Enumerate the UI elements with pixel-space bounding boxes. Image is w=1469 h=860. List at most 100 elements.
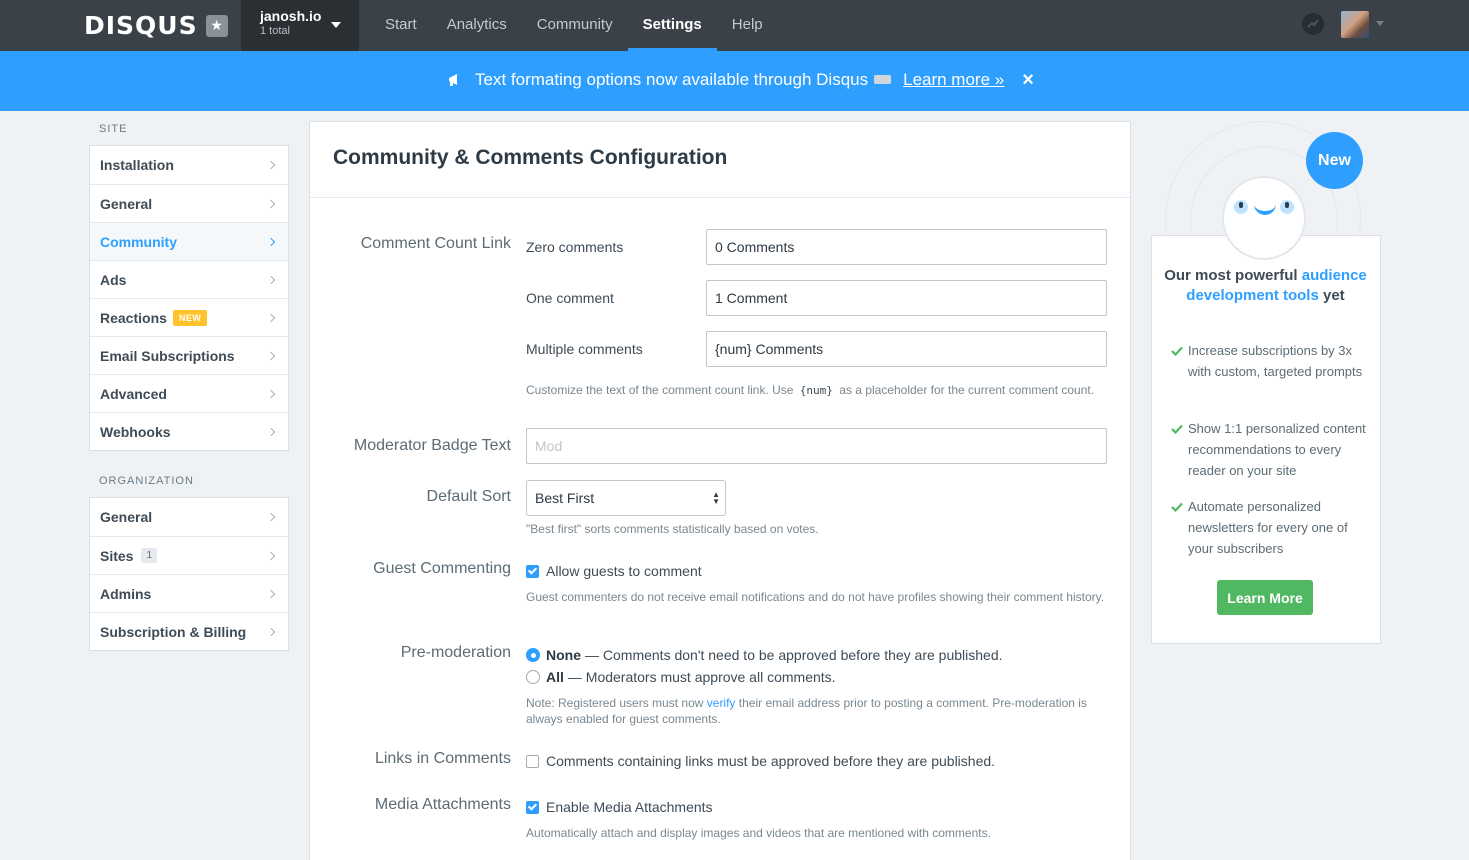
- sidebar-item-label: Email Subscriptions: [100, 347, 235, 364]
- multiple-comments-label: Multiple comments: [526, 341, 643, 357]
- megaphone-icon: [449, 74, 457, 86]
- chevron-right-icon: [266, 351, 276, 361]
- links-approval-option[interactable]: Comments containing links must be approv…: [526, 753, 995, 769]
- user-avatar[interactable]: [1341, 11, 1369, 38]
- checkmark-icon: [1171, 502, 1183, 512]
- nav-analytics[interactable]: Analytics: [432, 0, 522, 51]
- guest-commenting-help: Guest commenters do not receive email no…: [526, 590, 1105, 604]
- sidebar-item-general[interactable]: General: [90, 184, 288, 222]
- media-attachments-option[interactable]: Enable Media Attachments: [526, 799, 713, 815]
- site-switcher[interactable]: janosh.io 1 total: [241, 0, 359, 51]
- allow-guests-option[interactable]: Allow guests to comment: [526, 563, 702, 579]
- sidebar-item-community[interactable]: Community: [90, 222, 288, 260]
- caret-down-icon: [331, 22, 341, 28]
- sidebar-item-org-general[interactable]: General: [90, 498, 288, 536]
- sidebar-item-webhooks[interactable]: Webhooks: [90, 412, 288, 450]
- new-badge: NEW: [172, 309, 208, 326]
- default-sort-help: "Best first" sorts comments statisticall…: [526, 522, 819, 536]
- mascot-eye: [1280, 200, 1294, 214]
- nav-help[interactable]: Help: [717, 0, 778, 51]
- banner-text: Text formating options now available thr…: [475, 70, 869, 89]
- premoderation-note: Note: Registered users must now verify t…: [526, 695, 1106, 727]
- mascot-eye: [1234, 200, 1248, 214]
- chevron-right-icon: [266, 589, 276, 599]
- mascot-icon: [1222, 176, 1306, 260]
- sidebar-item-label: Sites: [100, 547, 134, 564]
- media-attachments-text: Enable Media Attachments: [546, 799, 713, 815]
- chevron-right-icon: [266, 313, 276, 323]
- chevron-right-icon: [266, 237, 276, 247]
- promo-title: Our most powerful audience development t…: [1163, 266, 1368, 306]
- allow-guests-checkbox[interactable]: [526, 564, 539, 578]
- nav-settings[interactable]: Settings: [627, 0, 717, 51]
- premoderation-option-all[interactable]: All — Moderators must approve all commen…: [526, 669, 836, 685]
- chevron-right-icon: [266, 199, 276, 209]
- sidebar-item-label: Admins: [100, 585, 152, 602]
- nav-community[interactable]: Community: [522, 0, 628, 51]
- one-comment-label: One comment: [526, 290, 614, 306]
- checkmark-icon: [1171, 424, 1183, 434]
- sidebar-item-advanced[interactable]: Advanced: [90, 374, 288, 412]
- comment-count-link-label: Comment Count Link: [360, 235, 511, 252]
- default-sort-select[interactable]: Best First ▲ ▼: [526, 480, 726, 516]
- disqus-logo[interactable]: DISQUS ★: [84, 11, 228, 40]
- page-title: Community & Comments Configuration: [310, 122, 1130, 198]
- sidebar-item-label: Advanced: [100, 385, 167, 402]
- promo-feature-text: Increase subscriptions by 3x with custom…: [1188, 343, 1363, 379]
- premoderation-all-radio[interactable]: [526, 670, 540, 684]
- checkmark-icon: [1171, 346, 1183, 356]
- close-icon[interactable]: ×: [1022, 70, 1034, 90]
- allow-guests-text: Allow guests to comment: [546, 563, 702, 579]
- keyboard-icon: [874, 74, 892, 84]
- links-approval-text: Comments containing links must be approv…: [546, 753, 996, 769]
- note-text: Note: Registered users must now: [526, 696, 704, 710]
- sidebar-item-subscription-billing[interactable]: Subscription & Billing: [90, 612, 288, 650]
- one-comment-input[interactable]: [706, 280, 1107, 316]
- zero-comments-input[interactable]: [706, 229, 1107, 265]
- premoderation-option-none[interactable]: None — Comments don't need to be approve…: [526, 647, 1003, 663]
- multiple-comments-input[interactable]: [706, 331, 1107, 367]
- site-count: 1 total: [260, 25, 290, 37]
- guest-commenting-label: Guest Commenting: [373, 560, 511, 577]
- media-attachments-help: Automatically attach and display images …: [526, 826, 991, 840]
- zero-comments-label: Zero comments: [526, 239, 624, 255]
- banner-learn-more-link[interactable]: Learn more »: [903, 70, 1004, 90]
- chevron-right-icon: [266, 512, 276, 522]
- sidebar-item-ads[interactable]: Ads: [90, 260, 288, 298]
- comment-count-help: Customize the text of the comment count …: [526, 382, 1106, 399]
- sidebar-item-label: Installation: [100, 157, 174, 173]
- nav-start[interactable]: Start: [370, 0, 432, 51]
- sidebar-item-email-subscriptions[interactable]: Email Subscriptions: [90, 336, 288, 374]
- promo-feature-item: Show 1:1 personalized content recommenda…: [1171, 418, 1366, 481]
- sidebar-item-label: Webhooks: [100, 423, 171, 440]
- promo-title-pre: Our most powerful: [1164, 267, 1298, 284]
- moderator-badge-label: Moderator Badge Text: [353, 437, 511, 454]
- sidebar-item-admins[interactable]: Admins: [90, 574, 288, 612]
- verify-link[interactable]: verify: [707, 696, 736, 710]
- sidebar-item-label: Subscription & Billing: [100, 623, 247, 640]
- sidebar-item-reactions[interactable]: Reactions NEW: [90, 298, 288, 336]
- links-approval-checkbox[interactable]: [526, 754, 539, 768]
- premoderation-none-radio[interactable]: [526, 648, 540, 662]
- moderator-badge-input[interactable]: [526, 428, 1107, 464]
- learn-more-button[interactable]: Learn More: [1217, 580, 1313, 615]
- announcement-banner: Text formating options now available thr…: [0, 51, 1469, 111]
- sidebar-item-sites[interactable]: Sites 1: [90, 536, 288, 574]
- option-name: All: [546, 669, 564, 685]
- sidebar-heading-site: SITE: [99, 123, 128, 135]
- default-sort-value: Best First: [535, 490, 595, 506]
- sidebar-item-label: Community: [100, 233, 177, 250]
- chevron-right-icon: [266, 160, 276, 170]
- media-attachments-checkbox[interactable]: [526, 800, 539, 814]
- option-text: — Comments don't need to be approved bef…: [585, 647, 1003, 663]
- site-name: janosh.io: [260, 8, 322, 24]
- settings-panel: Community & Comments Configuration Comme…: [309, 121, 1131, 860]
- promo-title-post: yet: [1323, 287, 1345, 304]
- placeholder-code: {num}: [799, 384, 833, 397]
- sidebar-item-label: General: [100, 509, 153, 525]
- logo-text: DISQUS: [84, 11, 198, 40]
- avatar-caret-icon[interactable]: [1376, 21, 1384, 26]
- notifications-icon[interactable]: [1302, 13, 1324, 35]
- sidebar-item-installation[interactable]: Installation: [90, 146, 288, 184]
- premoderation-label: Pre-moderation: [400, 644, 511, 661]
